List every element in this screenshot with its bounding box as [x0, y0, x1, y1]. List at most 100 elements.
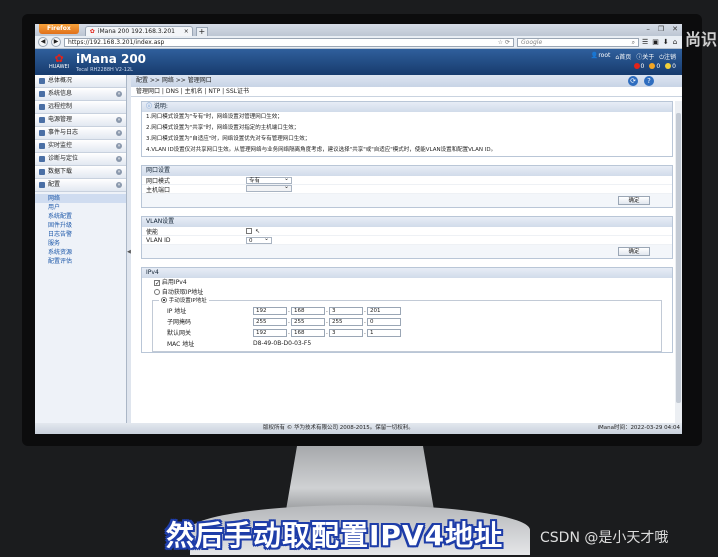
note-title: ⓘ 说明: — [142, 102, 672, 112]
vlan-enable-checkbox[interactable] — [246, 227, 252, 234]
sidebar-item-monitoring[interactable]: 实时监控» — [35, 140, 126, 153]
sidebar-item-overview[interactable]: 总体概况 — [35, 75, 126, 88]
submenu-resources[interactable]: 系统资源 — [48, 248, 126, 257]
port-settings-panel: 网口设置 网口模式 专有 主机端口 确定 — [141, 165, 673, 208]
sidebar-item-events-logs[interactable]: 事件与日志» — [35, 127, 126, 140]
sidebar-item-system-info[interactable]: 系统信息» — [35, 88, 126, 101]
submenu-users[interactable]: 用户 — [48, 203, 126, 212]
maximize-icon[interactable]: ❐ — [658, 25, 664, 33]
host-port-row: 主机端口 — [142, 184, 672, 194]
expand-icon[interactable]: » — [116, 169, 122, 175]
manual-ip-radio[interactable] — [161, 297, 167, 303]
vlan-enable-row: 使能 ↖ — [142, 227, 672, 236]
ipv4-enable-checkbox[interactable] — [154, 280, 160, 286]
sidebar: 总体概况 系统信息» 远程控制 电源管理» 事件与日志» 实时监控» 诊断与定位… — [35, 75, 127, 423]
ip-octet-3[interactable]: 3 — [329, 306, 363, 315]
menu-icon[interactable]: ☰ — [642, 38, 648, 46]
major-alarm[interactable]: 0 — [649, 63, 660, 70]
about-link[interactable]: ⓘ关于 — [636, 52, 654, 62]
close-window-icon[interactable]: ✕ — [672, 25, 678, 33]
alarm-summary: 0 0 0 — [633, 63, 676, 70]
new-tab-button[interactable]: + — [195, 27, 208, 36]
vlan-id-label: VLAN ID — [146, 236, 171, 244]
mask-octet-3[interactable]: 255 — [329, 317, 363, 326]
info-icon: ⓘ — [146, 103, 154, 110]
collapse-icon[interactable]: « — [116, 182, 122, 188]
scrollbar-thumb[interactable] — [676, 113, 681, 403]
vlan-id-input[interactable]: 0 — [246, 236, 272, 244]
home-link[interactable]: ⌂首页 — [615, 52, 631, 62]
breadcrumb-text: 配置 >> 网络 >> 管理网口 — [136, 77, 212, 84]
subnet-mask-row: 子网掩码 255. 255. 255. 0 — [153, 316, 661, 327]
product-model: Tecal RH2288H V2-12L — [76, 67, 133, 73]
expand-icon[interactable]: » — [116, 91, 122, 97]
mask-octet-1[interactable]: 255 — [253, 317, 287, 326]
ip-address-row: IP 地址 192. 168. 3. 201 — [153, 305, 661, 316]
gw-octet-3[interactable]: 3 — [329, 328, 363, 337]
submenu-config-eval[interactable]: 配置评估 — [48, 257, 126, 266]
manual-ip-legend: 手动设置IP地址 — [159, 296, 209, 304]
content-scrollbar[interactable] — [675, 101, 682, 423]
mask-octet-4[interactable]: 0 — [367, 317, 401, 326]
submenu-firmware[interactable]: 固件升级 — [48, 221, 126, 230]
expand-icon[interactable]: » — [116, 156, 122, 162]
gw-octet-2[interactable]: 168 — [291, 328, 325, 337]
host-port-select[interactable] — [246, 184, 292, 192]
browser-tabbar: Firefox ✿ iMana 200 192.168.3.201 × + – … — [35, 24, 682, 36]
ip-octet-4[interactable]: 201 — [367, 306, 401, 315]
manual-ip-fieldset: 手动设置IP地址 IP 地址 192. 168. 3. 201 子网掩码 255… — [152, 296, 662, 352]
sidebar-item-download[interactable]: 数据下载» — [35, 166, 126, 179]
gw-octet-1[interactable]: 192 — [253, 328, 287, 337]
home-icon[interactable]: ⌂ — [673, 38, 677, 46]
video-subtitle: 然后手动取配置IPV4地址 — [166, 519, 504, 552]
submenu-services[interactable]: 服务 — [48, 239, 126, 248]
port-confirm-button[interactable]: 确定 — [618, 196, 650, 205]
network-subtabs[interactable]: 管理网口 | DNS | 主机名 | NTP | SSL证书 — [131, 87, 682, 97]
window-controls: – ❐ ✕ — [646, 25, 678, 33]
critical-alarm[interactable]: 0 — [633, 63, 644, 70]
addon-icon[interactable]: ▣ — [652, 38, 659, 46]
ip-address-label: IP 地址 — [167, 308, 187, 315]
expand-icon[interactable]: » — [116, 117, 122, 123]
ip-octet-2[interactable]: 168 — [291, 306, 325, 315]
minor-alarm[interactable]: 0 — [665, 63, 676, 70]
port-settings-title: 网口设置 — [142, 166, 672, 176]
search-box[interactable]: Google ⌕ — [517, 37, 639, 47]
bookmark-star-icon[interactable]: ☆ ⟳ — [498, 39, 510, 46]
back-icon[interactable]: ◀ — [38, 37, 48, 47]
tab-close-icon[interactable]: × — [184, 27, 189, 36]
minimize-icon[interactable]: – — [646, 25, 650, 33]
sidebar-item-remote-control[interactable]: 远程控制 — [35, 101, 126, 114]
vlan-confirm-button[interactable]: 确定 — [618, 247, 650, 256]
download-icon[interactable]: ⬇ — [663, 38, 669, 46]
tab-title: iMana 200 192.168.3.201 — [97, 28, 175, 35]
gateway-label: 默认网关 — [167, 330, 192, 337]
submenu-log-alarm[interactable]: 日志告警 — [48, 230, 126, 239]
dhcp-row: 自动获取IP地址 — [142, 288, 672, 298]
dhcp-radio[interactable] — [154, 289, 160, 295]
logout-link[interactable]: ⏻注销 — [659, 52, 676, 62]
user-link[interactable]: 👤root — [591, 52, 611, 62]
mask-octet-2[interactable]: 255 — [291, 317, 325, 326]
forward-icon[interactable]: ▶ — [51, 37, 61, 47]
vlan-title: VLAN设置 — [142, 217, 672, 227]
sidebar-item-diagnostics[interactable]: 诊断与定位» — [35, 153, 126, 166]
screen: Firefox ✿ iMana 200 192.168.3.201 × + – … — [35, 24, 682, 434]
firefox-menu-button[interactable]: Firefox — [39, 24, 79, 34]
submenu-system-config[interactable]: 系统配置 — [48, 212, 126, 221]
vlan-panel: VLAN设置 使能 ↖ VLAN ID 0 确定 — [141, 216, 673, 259]
sidebar-item-config[interactable]: 配置 « — [35, 179, 126, 192]
gw-octet-4[interactable]: 1 — [367, 328, 401, 337]
help-icon[interactable]: ? — [644, 76, 654, 86]
expand-icon[interactable]: » — [116, 143, 122, 149]
search-icon[interactable]: ⌕ — [632, 39, 635, 46]
url-bar[interactable]: https://192.168.3.201/index.asp ☆ ⟳ — [64, 37, 514, 47]
browser-tab[interactable]: ✿ iMana 200 192.168.3.201 × — [84, 26, 193, 36]
overview-icon — [39, 78, 45, 84]
expand-icon[interactable]: » — [116, 130, 122, 136]
url-text: https://192.168.3.201/index.asp — [68, 38, 165, 46]
ip-octet-1[interactable]: 192 — [253, 306, 287, 315]
submenu-network[interactable]: 网络 — [35, 194, 126, 203]
refresh-icon[interactable]: ⟳ — [628, 76, 638, 86]
sidebar-item-power[interactable]: 电源管理» — [35, 114, 126, 127]
